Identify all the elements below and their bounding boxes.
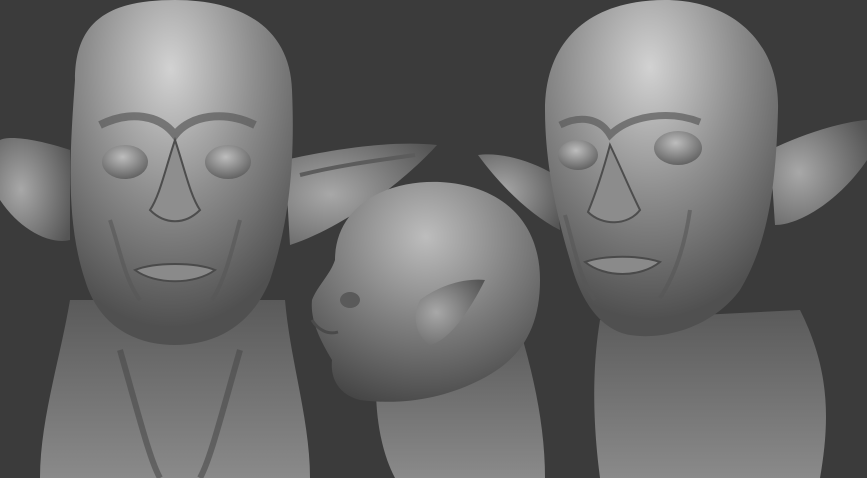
tq-left-eye <box>558 140 598 170</box>
front-right-eye <box>205 145 251 179</box>
render-image <box>0 0 867 478</box>
tq-right-eye <box>654 131 702 165</box>
sculpt-render-canvas <box>0 0 867 478</box>
front-left-eye <box>102 145 148 179</box>
side-eye <box>340 292 360 308</box>
tq-neck <box>594 310 826 478</box>
